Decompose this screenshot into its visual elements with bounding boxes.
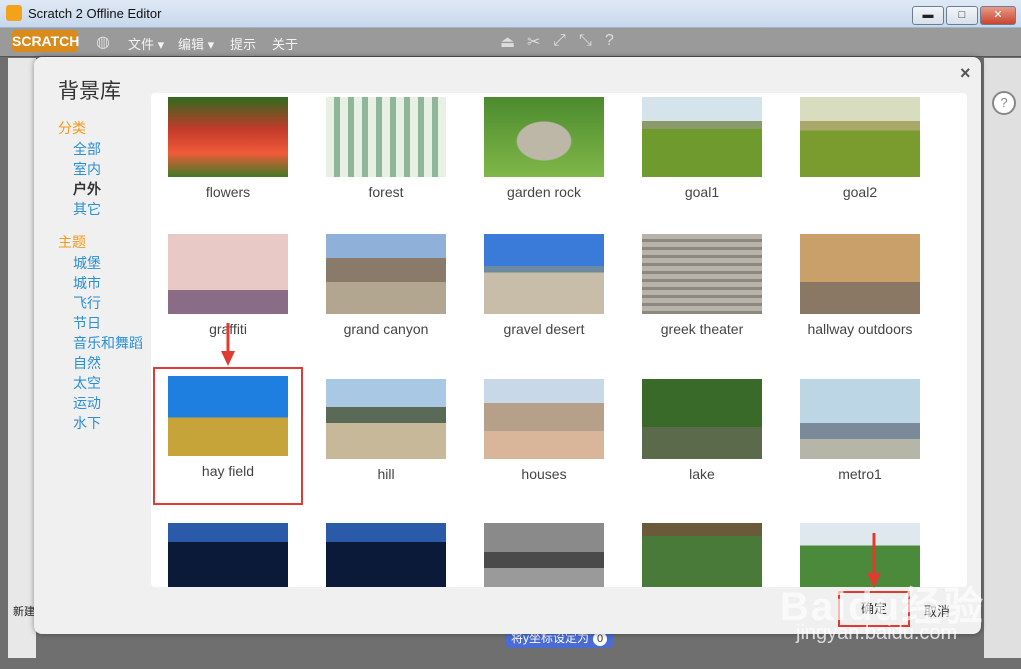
library-sidebar: 分类 全部 室内 户外 其它 主题 城堡 城市 飞行 节日 音乐和舞蹈 自然 太…	[58, 117, 158, 433]
backdrop-tile[interactable]: forest	[311, 93, 461, 231]
backdrop-thumbnail	[484, 97, 604, 177]
backdrop-label: greek theater	[660, 321, 744, 337]
backdrop-thumbnail	[326, 379, 446, 459]
backdrop-thumbnail	[168, 234, 288, 314]
menu-file[interactable]: 文件 ▾	[128, 34, 164, 53]
theme-city[interactable]: 城市	[58, 273, 158, 293]
window-titlebar: Scratch 2 Offline Editor ▬ □ ✕	[0, 0, 1021, 28]
category-other[interactable]: 其它	[58, 199, 158, 219]
theme-heading: 主题	[58, 234, 86, 250]
set-y-block-value[interactable]: 0	[593, 632, 608, 646]
backdrop-tile[interactable]	[311, 519, 461, 587]
help-icon[interactable]: ?	[605, 32, 614, 50]
theme-space[interactable]: 太空	[58, 373, 158, 393]
backdrop-tile[interactable]	[469, 519, 619, 587]
globe-icon[interactable]: ◍	[96, 32, 110, 52]
backdrop-thumbnail	[642, 523, 762, 587]
theme-castle[interactable]: 城堡	[58, 253, 158, 273]
backdrop-tile[interactable]: greek theater	[627, 230, 777, 368]
backdrop-grid: flowers forest garden rock goal1 goal2 g…	[151, 93, 967, 587]
shrink-icon[interactable]: ⤡	[579, 32, 592, 50]
backdrop-tile[interactable]: goal2	[785, 93, 935, 231]
backdrop-library-dialog: 背景库 × 分类 全部 室内 户外 其它 主题 城堡 城市 飞行 节日 音乐和舞…	[34, 57, 981, 634]
backdrop-tile[interactable]: garden rock	[469, 93, 619, 231]
backdrop-thumbnail	[800, 234, 920, 314]
backdrop-tile[interactable]: hallway outdoors	[785, 230, 935, 368]
backdrop-label: hill	[377, 466, 395, 482]
editor-background-right	[984, 58, 1021, 658]
backdrop-tile[interactable]: gravel desert	[469, 230, 619, 368]
backdrop-tile[interactable]: lake	[627, 375, 777, 513]
backdrop-thumbnail	[642, 97, 762, 177]
backdrop-tile-selected[interactable]: hay field	[153, 367, 303, 505]
backdrop-thumbnail	[484, 379, 604, 459]
stamp-icon[interactable]: ⏏	[500, 32, 515, 52]
backdrop-thumbnail	[326, 234, 446, 314]
backdrop-tile[interactable]: metro1	[785, 375, 935, 513]
dialog-close-icon[interactable]: ×	[960, 63, 971, 84]
help-circle-icon[interactable]: ?	[992, 91, 1016, 115]
backdrop-label: houses	[521, 466, 567, 482]
backdrop-tile[interactable]	[153, 519, 303, 587]
menu-about[interactable]: 关于	[272, 34, 298, 53]
scratch-logo[interactable]: SCRATCH	[12, 30, 79, 52]
theme-holiday[interactable]: 节日	[58, 313, 158, 333]
backdrop-thumbnail	[642, 234, 762, 314]
backdrop-tile[interactable]: flowers	[153, 93, 303, 231]
backdrop-thumbnail	[642, 379, 762, 459]
backdrop-thumbnail	[168, 376, 288, 456]
theme-nature[interactable]: 自然	[58, 353, 158, 373]
backdrop-label: gravel desert	[503, 321, 585, 337]
theme-music-dance[interactable]: 音乐和舞蹈	[58, 333, 158, 353]
close-window-button[interactable]: ✕	[980, 6, 1016, 25]
menu-edit[interactable]: 编辑 ▾	[178, 34, 214, 53]
maximize-button[interactable]: □	[946, 6, 978, 25]
backdrop-label: lake	[689, 466, 715, 482]
annotation-arrow-down-icon	[221, 323, 235, 366]
theme-flying[interactable]: 飞行	[58, 293, 158, 313]
backdrop-thumbnail	[484, 234, 604, 314]
backdrop-thumbnail	[326, 523, 446, 587]
backdrop-tile[interactable]: goal1	[627, 93, 777, 231]
backdrop-label: goal2	[842, 184, 878, 200]
backdrop-label: forest	[368, 184, 404, 200]
backdrop-tile[interactable]: houses	[469, 375, 619, 513]
baidu-watermark-url: jingyan.baidu.com	[796, 622, 958, 644]
backdrop-thumbnail	[484, 523, 604, 587]
scissors-icon[interactable]: ✂	[527, 32, 540, 52]
grow-icon[interactable]: ⤢	[553, 32, 566, 50]
backdrop-thumbnail	[800, 97, 920, 177]
backdrop-thumbnail	[326, 97, 446, 177]
dialog-title: 背景库	[58, 80, 121, 103]
menu-tips[interactable]: 提示	[230, 34, 256, 53]
backdrop-label: goal1	[684, 184, 720, 200]
scratch-app-icon	[6, 5, 22, 21]
theme-underwater[interactable]: 水下	[58, 413, 158, 433]
editor-background-left	[8, 58, 36, 658]
category-outdoors[interactable]: 户外	[58, 179, 158, 199]
backdrop-label: metro1	[838, 466, 882, 482]
scratch-menubar: SCRATCH ◍ 文件 ▾ 编辑 ▾ 提示 关于 ⏏ ✂ ⤢ ⤡ ?	[0, 28, 1021, 57]
backdrop-label: grand canyon	[343, 321, 429, 337]
category-heading: 分类	[58, 120, 86, 136]
backdrop-tile[interactable]: grand canyon	[311, 230, 461, 368]
window-title: Scratch 2 Offline Editor	[28, 6, 162, 21]
category-all[interactable]: 全部	[58, 139, 158, 159]
backdrop-label: hay field	[201, 463, 255, 479]
backdrop-tile[interactable]	[627, 519, 777, 587]
theme-sports[interactable]: 运动	[58, 393, 158, 413]
backdrop-tile[interactable]: hill	[311, 375, 461, 513]
backdrop-thumbnail	[168, 97, 288, 177]
minimize-button[interactable]: ▬	[912, 6, 944, 25]
category-indoors[interactable]: 室内	[58, 159, 158, 179]
backdrop-label: garden rock	[507, 184, 581, 200]
backdrop-label: hallway outdoors	[807, 321, 913, 337]
backdrop-thumbnail	[168, 523, 288, 587]
backdrop-thumbnail	[800, 379, 920, 459]
new-backdrop-label: 新建	[13, 606, 35, 618]
backdrop-label: flowers	[205, 184, 251, 200]
